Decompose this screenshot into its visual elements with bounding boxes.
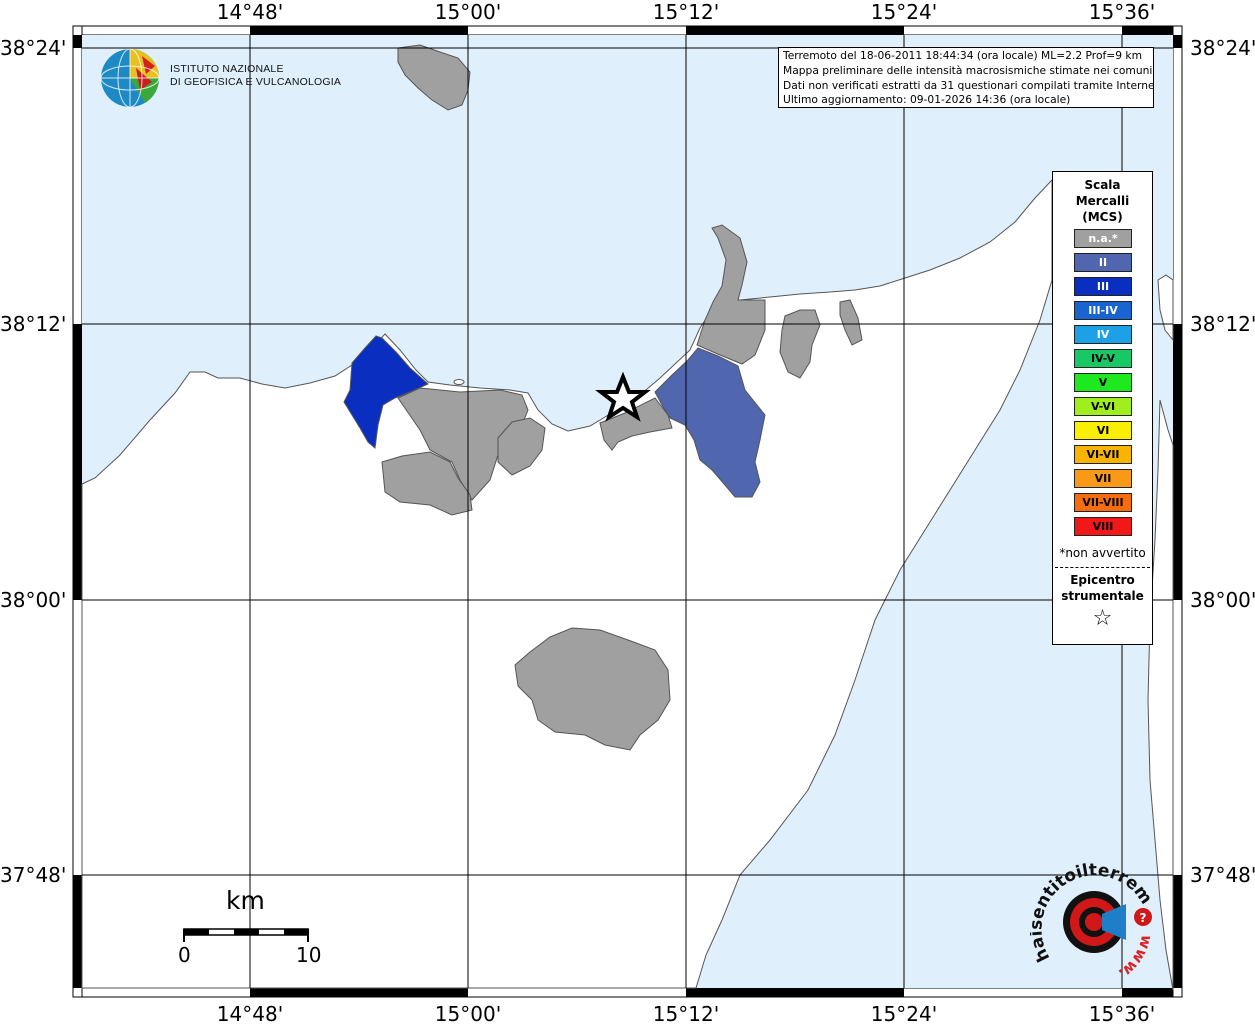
legend-swatch: VIII: [1074, 517, 1132, 536]
legend-separator: [1055, 567, 1150, 568]
legend-swatch: IV-V: [1074, 349, 1132, 368]
svg-text:www.: www.: [1115, 933, 1156, 983]
map-area: [81, 35, 1174, 991]
legend-swatch: V: [1074, 373, 1132, 392]
legend-swatch: VII-VIII: [1074, 493, 1132, 512]
legend-swatch: III-IV: [1074, 301, 1132, 320]
info-line: Ultimo aggiornamento: 09-01-2026 14:36 (…: [783, 93, 1071, 107]
legend-star-icon: ☆: [1092, 606, 1113, 631]
scale-unit-label: km: [226, 886, 265, 915]
ingv-logo-text: ISTITUTO NAZIONALE DI GEOFISICA E VULCAN…: [170, 63, 342, 88]
legend-swatch: VII: [1074, 469, 1132, 488]
info-line: Terremoto del 18-06-2011 18:44:34 (ora l…: [783, 49, 1143, 62]
legend-epicenter-label: Epicentro strumentale: [1061, 573, 1144, 603]
legend-swatch: II: [1074, 253, 1132, 272]
legend-note: *non avvertito: [1059, 546, 1146, 560]
info-line: Dati non verificati estratti da 31 quest…: [783, 78, 1154, 92]
legend-swatch: III: [1074, 277, 1132, 296]
svg-text:?: ?: [1140, 911, 1147, 925]
legend-swatch: VI-VII: [1074, 445, 1132, 464]
legend-swatch: V-VI: [1074, 397, 1132, 416]
intensity-legend: Scala Mercalli (MCS) n.a.* II III III-IV IV I…: [1052, 171, 1153, 645]
legend-swatch: VI: [1074, 421, 1132, 440]
legend-swatch: n.a.*: [1074, 229, 1132, 248]
haisentito-logo: haisentitoilterremoto.it www. ?: [1030, 860, 1156, 983]
scale-start-label: 0: [178, 943, 191, 967]
scale-end-label: 10: [296, 943, 322, 967]
info-line: Mappa preliminare delle intensità macros…: [783, 63, 1153, 77]
islet: [453, 379, 465, 385]
legend-swatch: IV: [1074, 325, 1132, 344]
earthquake-info-box: Terremoto del 18-06-2011 18:44:34 (ora l…: [778, 47, 1154, 108]
legend-title: Scala Mercalli (MCS): [1075, 178, 1130, 224]
